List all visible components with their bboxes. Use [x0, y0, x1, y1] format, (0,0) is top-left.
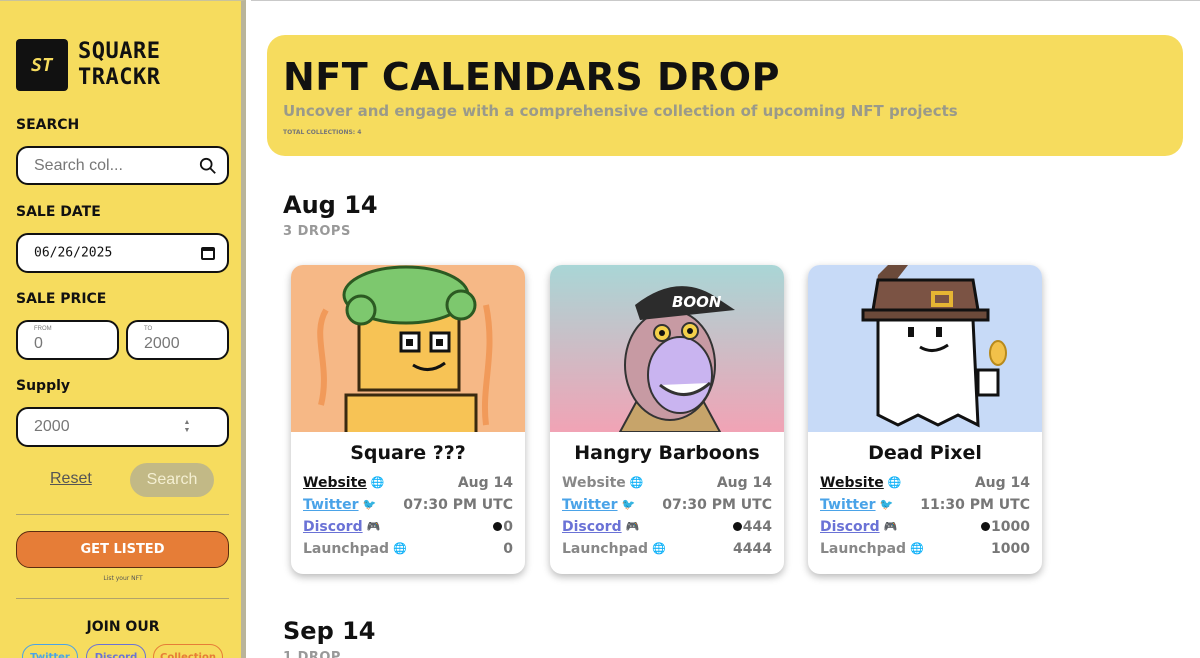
section-drop-count: 3 DROPS [283, 224, 351, 239]
launchpad-link[interactable]: Launchpad [562, 541, 648, 557]
nft-art-baboon: BOON [550, 265, 784, 432]
globe-icon: 🌐 [393, 542, 407, 555]
mint-price: 1000 [991, 519, 1030, 535]
nft-image[interactable] [291, 265, 525, 432]
price-to-input[interactable]: TO 2000 [126, 320, 229, 360]
sidebar: ST SQUARE TRACKR SEARCH Search col... SA… [0, 0, 246, 658]
search-icon[interactable] [199, 157, 217, 175]
section-date: Aug 14 [283, 191, 378, 219]
drop-date: Aug 14 [974, 475, 1030, 491]
mint-price: 0 [503, 519, 513, 535]
launchpad-link[interactable]: Launchpad [820, 541, 906, 557]
search-input[interactable]: Search col... [16, 146, 229, 185]
nft-name: Dead Pixel [868, 442, 982, 464]
supply-label: Supply [16, 378, 71, 394]
price-to-caption: TO [144, 326, 153, 332]
drop-time: 11:30 PM UTC [920, 497, 1030, 513]
discord-icon: 🎮 [366, 520, 381, 533]
nft-card[interactable]: Square ??? Website 🌐 Aug 14 Twitter 🐦 07:3… [291, 265, 525, 574]
supply-count: 0 [503, 541, 513, 557]
sale-date-input[interactable]: 06/26/2025 [16, 233, 229, 273]
drop-time: 07:30 PM UTC [403, 497, 513, 513]
hat-logo-text: BOON [672, 293, 722, 311]
join-twitter-button[interactable]: Twitter [22, 644, 78, 658]
twitter-link[interactable]: Twitter [820, 497, 876, 513]
discord-icon: 🎮 [883, 520, 898, 533]
sale-date-value: 06/26/2025 [34, 245, 113, 261]
logo-line-2: TRACKR [78, 65, 161, 90]
join-discord-button[interactable]: Discord [86, 644, 146, 658]
drop-time: 07:30 PM UTC [662, 497, 772, 513]
hero-banner: NFT CALENDARS DROP Uncover and engage wi… [267, 35, 1183, 156]
nft-card[interactable]: BOON Hangry Barboons Website 🌐 Aug 14 Twi… [550, 265, 784, 574]
reset-link[interactable]: Reset [50, 470, 92, 488]
twitter-link[interactable]: Twitter [303, 497, 359, 513]
nft-image[interactable] [808, 265, 1042, 432]
search-button[interactable]: Search [130, 463, 214, 497]
supply-count: 1000 [991, 541, 1030, 557]
logo-mark: ST [16, 39, 68, 91]
page-subtitle: Uncover and engage with a comprehensive … [283, 102, 958, 120]
nft-name: Square ??? [350, 442, 466, 464]
search-label: SEARCH [16, 117, 80, 133]
twitter-link[interactable]: Twitter [562, 497, 618, 513]
globe-icon: 🌐 [887, 476, 902, 489]
brand-logo[interactable]: ST SQUARE TRACKR [16, 39, 160, 91]
section-date: Sep 14 [283, 617, 376, 645]
join-collection-button[interactable]: Collection [153, 644, 223, 658]
page-title: NFT CALENDARS DROP [283, 55, 780, 99]
launchpad-link[interactable]: Launchpad [303, 541, 389, 557]
section-drop-count: 1 DROP [283, 650, 341, 658]
discord-link[interactable]: Discord [303, 519, 363, 535]
main-content: NFT CALENDARS DROP Uncover and engage wi… [251, 0, 1200, 658]
nft-card[interactable]: Dead Pixel Website 🌐 Aug 14 Twitter 🐦 11:3… [808, 265, 1042, 574]
website-link[interactable]: Website [303, 475, 367, 491]
logo-line-1: SQUARE [78, 39, 161, 64]
nft-name: Hangry Barboons [574, 442, 760, 464]
sidebar-divider-2 [16, 598, 229, 599]
discord-link[interactable]: Discord [820, 519, 880, 535]
drop-date: Aug 14 [457, 475, 513, 491]
sale-price-label: SALE PRICE [16, 291, 107, 307]
mint-price: 444 [742, 519, 772, 535]
globe-icon: 🌐 [370, 476, 385, 489]
sale-date-label: SALE DATE [16, 204, 101, 220]
globe-icon: 🌐 [629, 476, 644, 489]
price-from-input[interactable]: FROM 0 [16, 320, 119, 360]
website-link[interactable]: Website [562, 475, 626, 491]
drop-date: Aug 14 [716, 475, 772, 491]
nft-art-square [291, 265, 525, 432]
search-placeholder: Search col... [34, 156, 123, 174]
chain-coin-icon [493, 522, 503, 531]
twitter-bird-icon: 🐦 [362, 498, 377, 511]
website-link[interactable]: Website [820, 475, 884, 491]
globe-icon: 🌐 [910, 542, 924, 555]
calendar-icon[interactable] [201, 247, 215, 260]
price-from-caption: FROM [34, 326, 52, 332]
price-to-value: 2000 [144, 334, 180, 352]
supply-input[interactable]: 2000 ▲ ▼ [16, 407, 229, 447]
logo-text: SQUARE TRACKR [78, 39, 160, 91]
total-collections: TOTAL COLLECTIONS: 4 [283, 129, 362, 136]
discord-icon: 🎮 [625, 520, 640, 533]
twitter-bird-icon: 🐦 [879, 498, 894, 511]
join-our-label: JOIN OUR [86, 619, 160, 635]
supply-value: 2000 [34, 418, 70, 435]
get-listed-button[interactable]: GET LISTED [16, 531, 229, 568]
price-from-value: 0 [34, 334, 43, 352]
globe-icon: 🌐 [652, 542, 666, 555]
sidebar-divider [16, 514, 229, 515]
supply-count: 4444 [733, 541, 772, 557]
chain-coin-icon [981, 522, 991, 531]
number-stepper-icon[interactable]: ▲ ▼ [183, 419, 191, 435]
discord-link[interactable]: Discord [562, 519, 622, 535]
chain-coin-icon [732, 522, 742, 531]
nft-image[interactable]: BOON [550, 265, 784, 432]
list-nft-note: List your NFT [103, 575, 143, 582]
twitter-bird-icon: 🐦 [621, 498, 636, 511]
nft-art-ghost [808, 265, 1042, 432]
